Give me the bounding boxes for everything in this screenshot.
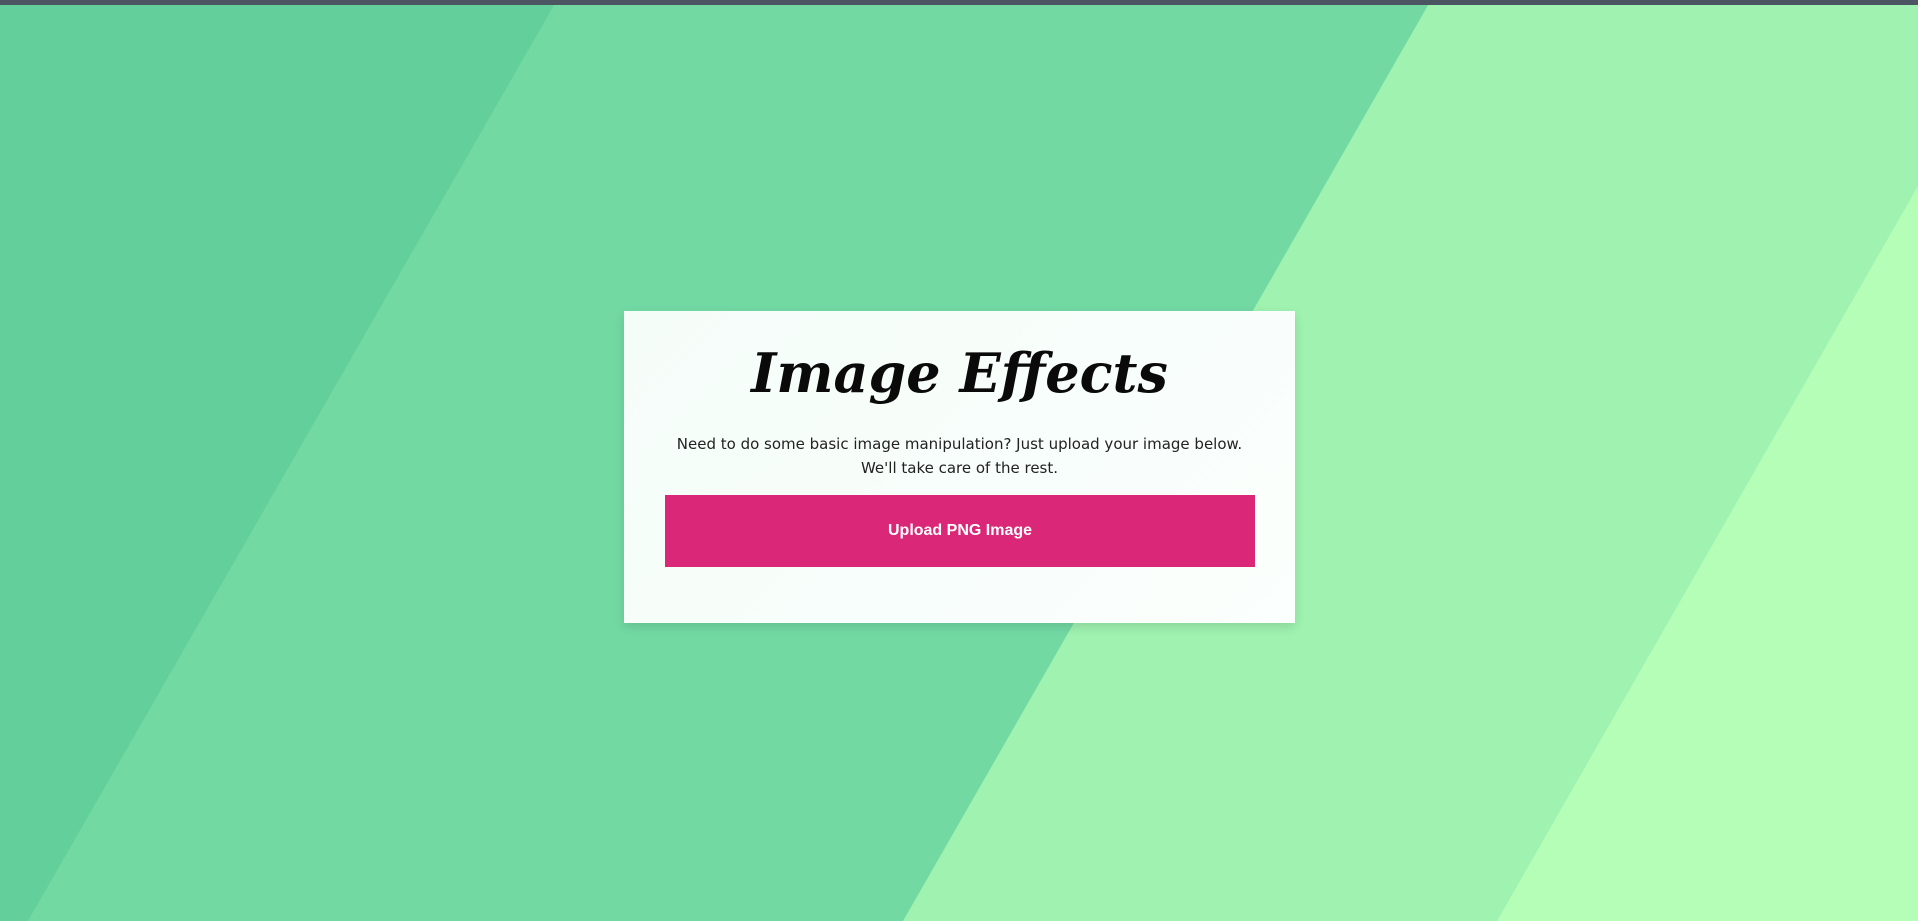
upload-card: Image Effects Need to do some basic imag… <box>624 311 1295 623</box>
upload-png-button[interactable]: Upload PNG Image <box>665 495 1255 567</box>
upload-button-label: Upload PNG Image <box>887 522 1033 539</box>
page-title: Image Effects <box>751 341 1168 405</box>
top-bar <box>0 0 1918 5</box>
page: Image Effects Need to do some basic imag… <box>0 0 1918 921</box>
description-text: Need to do some basic image manipulation… <box>676 435 1243 477</box>
